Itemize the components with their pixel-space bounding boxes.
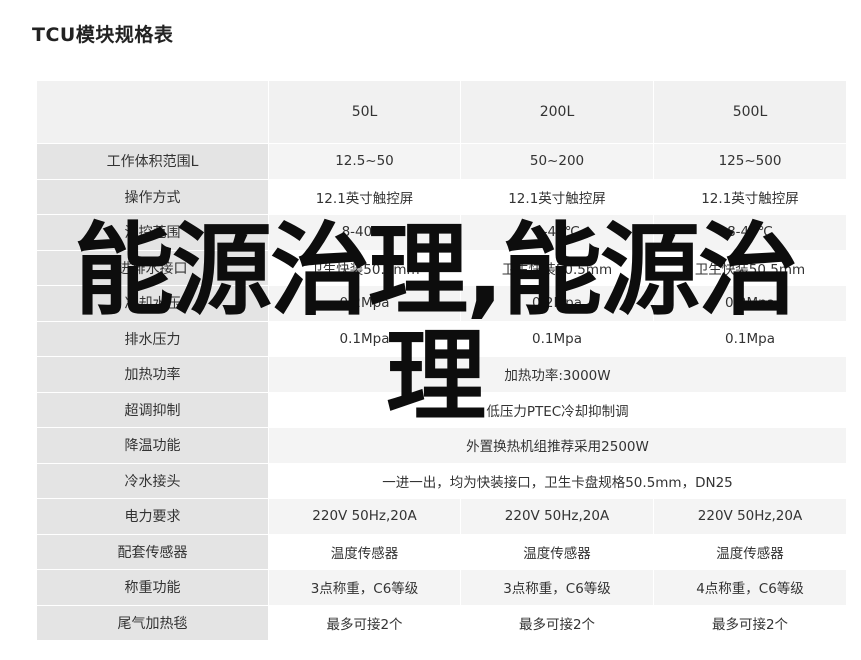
table-cell: 最多可接2个 [460, 604, 654, 641]
table-row: 称重功能 3点称重，C6等级 3点称重，C6等级 4点称重，C6等级 [36, 569, 847, 606]
table-row: 工作体积范围L 12.5~50 50~200 125~500 [36, 143, 847, 180]
table-row: 排水压力 0.1Mpa 0.1Mpa 0.1Mpa [36, 320, 847, 357]
header-corner [36, 80, 269, 144]
page-title: TCU模块规格表 [32, 24, 174, 46]
table-cell: 0.2Mpa [460, 285, 654, 322]
table-row: 配套传感器 温度传感器 温度传感器 温度传感器 [36, 533, 847, 570]
table-row: 加热功率 加热功率:3000W [36, 356, 847, 393]
row-label: 操作方式 [36, 178, 269, 215]
table-row: 冷却水压 0.2Mpa 0.2Mpa 0.2Mpa [36, 285, 847, 322]
table-header: 50L 200L 500L [36, 80, 847, 144]
table-cell-merged: 一进一出，均为快装接口，卫生卡盘规格50.5mm，DN25 [268, 462, 847, 499]
table-cell: 温度传感器 [460, 533, 654, 570]
row-label: 电力要求 [36, 498, 269, 535]
table-cell: 12.1英寸触控屏 [653, 178, 847, 215]
table-cell: 220V 50Hz,20A [653, 498, 847, 535]
row-label: 温控范围 [36, 214, 269, 251]
table-cell: 温度传感器 [653, 533, 847, 570]
table-cell: 0.1Mpa [653, 320, 847, 357]
table-body: 工作体积范围L 12.5~50 50~200 125~500 操作方式 12.1英寸触控屏… [36, 143, 847, 641]
row-label: 加热功率 [36, 356, 269, 393]
table-cell: 0.1Mpa [460, 320, 654, 357]
table-row: 电力要求 220V 50Hz,20A 220V 50Hz,20A 220V 50Hz,… [36, 498, 847, 535]
table-row: 冷水接头 一进一出，均为快装接口，卫生卡盘规格50.5mm，DN25 [36, 462, 847, 499]
table-cell: 卫生快装50.5mm [653, 249, 847, 286]
table-cell: 最多可接2个 [653, 604, 847, 641]
spec-table: 50L 200L 500L 工作体积范围L 12.5~50 50~200 125~50… [36, 80, 847, 641]
table-cell: 最多可接2个 [268, 604, 461, 641]
table-cell: 卫生快装50.5mm [460, 249, 654, 286]
table-cell: 卫生快装50.5mm [268, 249, 461, 286]
table-cell: 0.2Mpa [653, 285, 847, 322]
table-row: 进排水接口 卫生快装50.5mm 卫生快装50.5mm 卫生快装50.5mm [36, 249, 847, 286]
table-row: 温控范围 8-40℃ 8-40℃ 8-40℃ [36, 214, 847, 251]
table-cell: 125~500 [653, 143, 847, 180]
row-label: 降温功能 [36, 427, 269, 464]
row-label: 称重功能 [36, 569, 269, 606]
table-cell: 温度传感器 [268, 533, 461, 570]
table-cell-merged: 低压力PTEC冷却抑制调 [268, 391, 847, 428]
table-row: 超调抑制 低压力PTEC冷却抑制调 [36, 391, 847, 428]
table-row: 操作方式 12.1英寸触控屏 12.1英寸触控屏 12.1英寸触控屏 [36, 178, 847, 215]
table-cell: 0.2Mpa [268, 285, 461, 322]
table-cell-merged: 加热功率:3000W [268, 356, 847, 393]
table-cell: 8-40℃ [653, 214, 847, 251]
table-cell: 4点称重，C6等级 [653, 569, 847, 606]
table-cell: 8-40℃ [460, 214, 654, 251]
table-cell: 3点称重，C6等级 [460, 569, 654, 606]
table-cell: 220V 50Hz,20A [268, 498, 461, 535]
row-label: 超调抑制 [36, 391, 269, 428]
table-cell: 12.1英寸触控屏 [460, 178, 654, 215]
row-label: 冷却水压 [36, 285, 269, 322]
column-header-50l: 50L [268, 80, 461, 144]
table-row: 尾气加热毯 最多可接2个 最多可接2个 最多可接2个 [36, 604, 847, 641]
table-cell: 3点称重，C6等级 [268, 569, 461, 606]
table-cell: 8-40℃ [268, 214, 461, 251]
row-label: 冷水接头 [36, 462, 269, 499]
table-cell-merged: 外置换热机组推荐采用2500W [268, 427, 847, 464]
table-cell: 12.1英寸触控屏 [268, 178, 461, 215]
table-cell: 12.5~50 [268, 143, 461, 180]
table-cell: 50~200 [460, 143, 654, 180]
row-label: 尾气加热毯 [36, 604, 269, 641]
column-header-200l: 200L [460, 80, 654, 144]
row-label: 进排水接口 [36, 249, 269, 286]
table-cell: 0.1Mpa [268, 320, 461, 357]
table-row: 降温功能 外置换热机组推荐采用2500W [36, 427, 847, 464]
column-header-500l: 500L [653, 80, 847, 144]
row-label: 工作体积范围L [36, 143, 269, 180]
table-cell: 220V 50Hz,20A [460, 498, 654, 535]
header-row: 50L 200L 500L [36, 80, 847, 144]
row-label: 排水压力 [36, 320, 269, 357]
row-label: 配套传感器 [36, 533, 269, 570]
